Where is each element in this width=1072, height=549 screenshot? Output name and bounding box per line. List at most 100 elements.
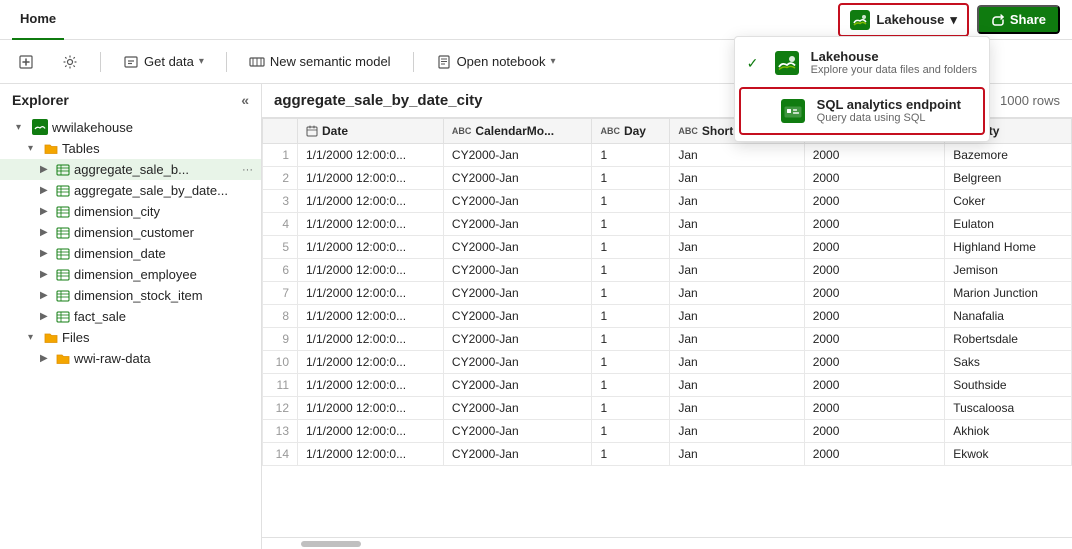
tree-item-more[interactable]: ··· [242,164,253,176]
tree-table-item[interactable]: ▶ aggregate_sale_b... ··· [0,159,261,180]
cell-calyear: 2000 [804,397,945,420]
tree-root-label: wwilakehouse [52,120,133,135]
dropdown-sql-endpoint-item[interactable]: ✓ SQL analytics endpoint Query data usin… [739,87,985,135]
row-number: 4 [263,213,298,236]
cell-date: 1/1/2000 12:00:0... [298,282,444,305]
horizontal-scrollbar[interactable] [262,537,1072,549]
tree-table-item[interactable]: ▶ dimension_date [0,243,261,264]
cell-date: 1/1/2000 12:00:0... [298,420,444,443]
cell-day: 1 [592,144,670,167]
settings-button[interactable] [56,50,84,74]
table-row: 9 1/1/2000 12:00:0... CY2000-Jan 1 Jan 2… [263,328,1072,351]
cell-city: Southside [945,374,1072,397]
table-row: 11 1/1/2000 12:00:0... CY2000-Jan 1 Jan … [263,374,1072,397]
scrollbar-thumb [301,541,361,547]
col-header-date[interactable]: Date [298,119,444,144]
cell-day: 1 [592,443,670,466]
tree-files-node[interactable]: ▾ Files [0,327,261,348]
dropdown-lakehouse-item[interactable]: ✓ Lakehouse Explore your data files and … [735,41,989,85]
cell-city: Coker [945,190,1072,213]
tree-files-label: Files [62,330,89,345]
cell-shortmonth: Jan [670,167,804,190]
cell-calyear: 2000 [804,213,945,236]
folder-icon [44,331,58,345]
cell-city: Eulaton [945,213,1072,236]
open-notebook-button[interactable]: Open notebook ▾ [430,50,562,74]
cell-city: Saks [945,351,1072,374]
tree-tables-label: Tables [62,141,100,156]
row-number: 14 [263,443,298,466]
table-row: 3 1/1/2000 12:00:0... CY2000-Jan 1 Jan 2… [263,190,1072,213]
cell-date: 1/1/2000 12:00:0... [298,443,444,466]
cell-shortmonth: Jan [670,443,804,466]
tree-table-name: dimension_date [74,246,166,261]
tree-table-item[interactable]: ▶ dimension_customer [0,222,261,243]
tree-table-name: dimension_stock_item [74,288,203,303]
cell-city: Tuscaloosa [945,397,1072,420]
tree-tables-node[interactable]: ▾ Tables [0,138,261,159]
cell-day: 1 [592,259,670,282]
new-semantic-model-button[interactable]: New semantic model [243,50,397,74]
cell-calyear: 2000 [804,374,945,397]
cell-city: Highland Home [945,236,1072,259]
tree-file-name: wwi-raw-data [74,351,151,366]
main-content: aggregate_sale_by_date_city 1000 rows [262,84,1072,549]
tree-table-item[interactable]: ▶ fact_sale [0,306,261,327]
tree-table-item[interactable]: ▶ dimension_city [0,201,261,222]
toolbar-separator-1 [100,52,101,72]
top-bar-left: Home [12,0,64,40]
row-number: 10 [263,351,298,374]
cell-calyear: 2000 [804,259,945,282]
cell-calmo: CY2000-Jan [443,236,592,259]
table-row: 2 1/1/2000 12:00:0... CY2000-Jan 1 Jan 2… [263,167,1072,190]
open-notebook-label: Open notebook [457,54,546,69]
sql-endpoint-subtitle: Query data using SQL [817,112,971,124]
get-data-label: Get data [144,54,194,69]
lakehouse-button[interactable]: Lakehouse ▾ [838,3,968,37]
table-row: 5 1/1/2000 12:00:0... CY2000-Jan 1 Jan 2… [263,236,1072,259]
get-data-button[interactable]: Get data ▾ [117,50,210,74]
cell-calyear: 2000 [804,282,945,305]
tree-root-node[interactable]: ▾ wwilakehouse [0,116,261,138]
table-icon [56,247,70,261]
chevron-right-icon: ▶ [40,185,52,196]
cell-calyear: 2000 [804,443,945,466]
cell-calyear: 2000 [804,420,945,443]
chevron-down-icon: ▾ [28,143,40,154]
tree-table-item[interactable]: ▶ dimension_employee [0,264,261,285]
cell-city: Belgreen [945,167,1072,190]
cell-calyear: 2000 [804,144,945,167]
get-data-chevron: ▾ [199,56,204,67]
chevron-right-icon: ▶ [40,290,52,301]
gear-icon [62,54,78,70]
cell-calmo: CY2000-Jan [443,420,592,443]
cell-calmo: CY2000-Jan [443,259,592,282]
notebook-icon [436,54,452,70]
tree-table-item[interactable]: ▶ aggregate_sale_by_date... [0,180,261,201]
main-layout: Explorer « ▾ wwilakehouse ▾ Tables [0,84,1072,549]
cell-calmo: CY2000-Jan [443,351,592,374]
cell-calyear: 2000 [804,167,945,190]
share-button[interactable]: Share [977,5,1060,34]
home-tab[interactable]: Home [12,0,64,40]
table-icon [56,289,70,303]
col-header-day[interactable]: ABC Day [592,119,670,144]
sidebar-collapse-button[interactable]: « [241,92,249,108]
row-number: 8 [263,305,298,328]
cell-day: 1 [592,397,670,420]
cell-calmo: CY2000-Jan [443,190,592,213]
tree-file-item[interactable]: ▶ wwi-raw-data [0,348,261,369]
cell-city: Robertsdale [945,328,1072,351]
data-table-wrapper[interactable]: Date ABC CalendarMo... ABC [262,118,1072,537]
col-header-calmo[interactable]: ABC CalendarMo... [443,119,592,144]
cell-date: 1/1/2000 12:00:0... [298,374,444,397]
table-row: 7 1/1/2000 12:00:0... CY2000-Jan 1 Jan 2… [263,282,1072,305]
tree-table-item[interactable]: ▶ dimension_stock_item [0,285,261,306]
row-number: 9 [263,328,298,351]
table-body: 1 1/1/2000 12:00:0... CY2000-Jan 1 Jan 2… [263,144,1072,466]
cell-calmo: CY2000-Jan [443,305,592,328]
folder-icon [56,352,70,366]
table-icon [56,163,70,177]
new-item-button[interactable] [12,50,40,74]
table-icon [56,226,70,240]
